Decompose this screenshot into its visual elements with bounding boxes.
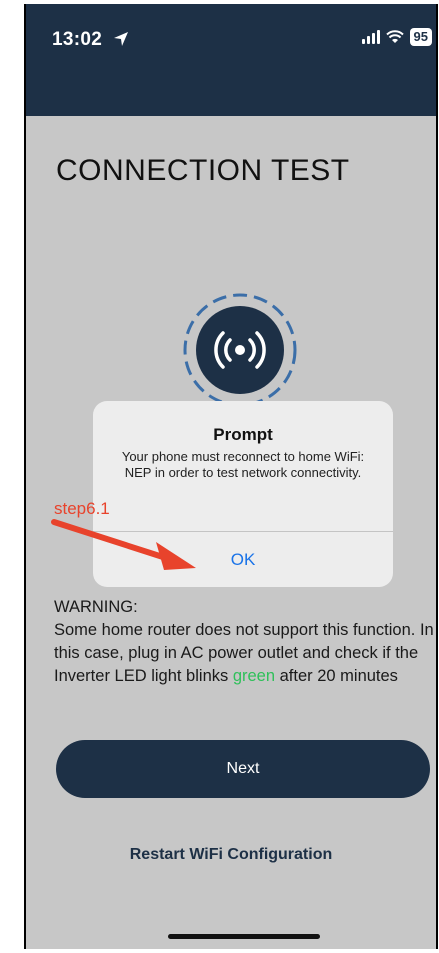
battery-level: 95: [409, 28, 432, 46]
restart-wifi-configuration-link[interactable]: Restart WiFi Configuration: [26, 846, 436, 864]
warning-text: WARNING: Some home router does not suppo…: [54, 596, 434, 688]
home-indicator[interactable]: [168, 934, 320, 939]
warning-body-end: after 20 minutes: [275, 667, 398, 685]
status-indicators: 95: [361, 28, 432, 46]
location-arrow-icon: [114, 32, 128, 46]
page-title: CONNECTION TEST: [56, 154, 350, 187]
broadcast-signal-icon: [183, 293, 297, 407]
dialog-title: Prompt: [213, 425, 273, 444]
dialog-message: Your phone must reconnect to home WiFi: …: [121, 449, 365, 480]
annotation-arrow-icon: [51, 519, 196, 570]
wifi-icon: [385, 30, 404, 43]
warning-heading: WARNING:: [54, 598, 138, 616]
status-time: 13:02: [52, 29, 103, 50]
warning-green-highlight: green: [232, 667, 276, 685]
header-bar: 13:02 95: [26, 4, 436, 116]
phone-screen: 13:02 95 CONNECTION TEST WARNING: Some h…: [24, 4, 438, 949]
cellular-signal-icon: [361, 30, 380, 44]
next-button[interactable]: Next: [56, 740, 430, 798]
